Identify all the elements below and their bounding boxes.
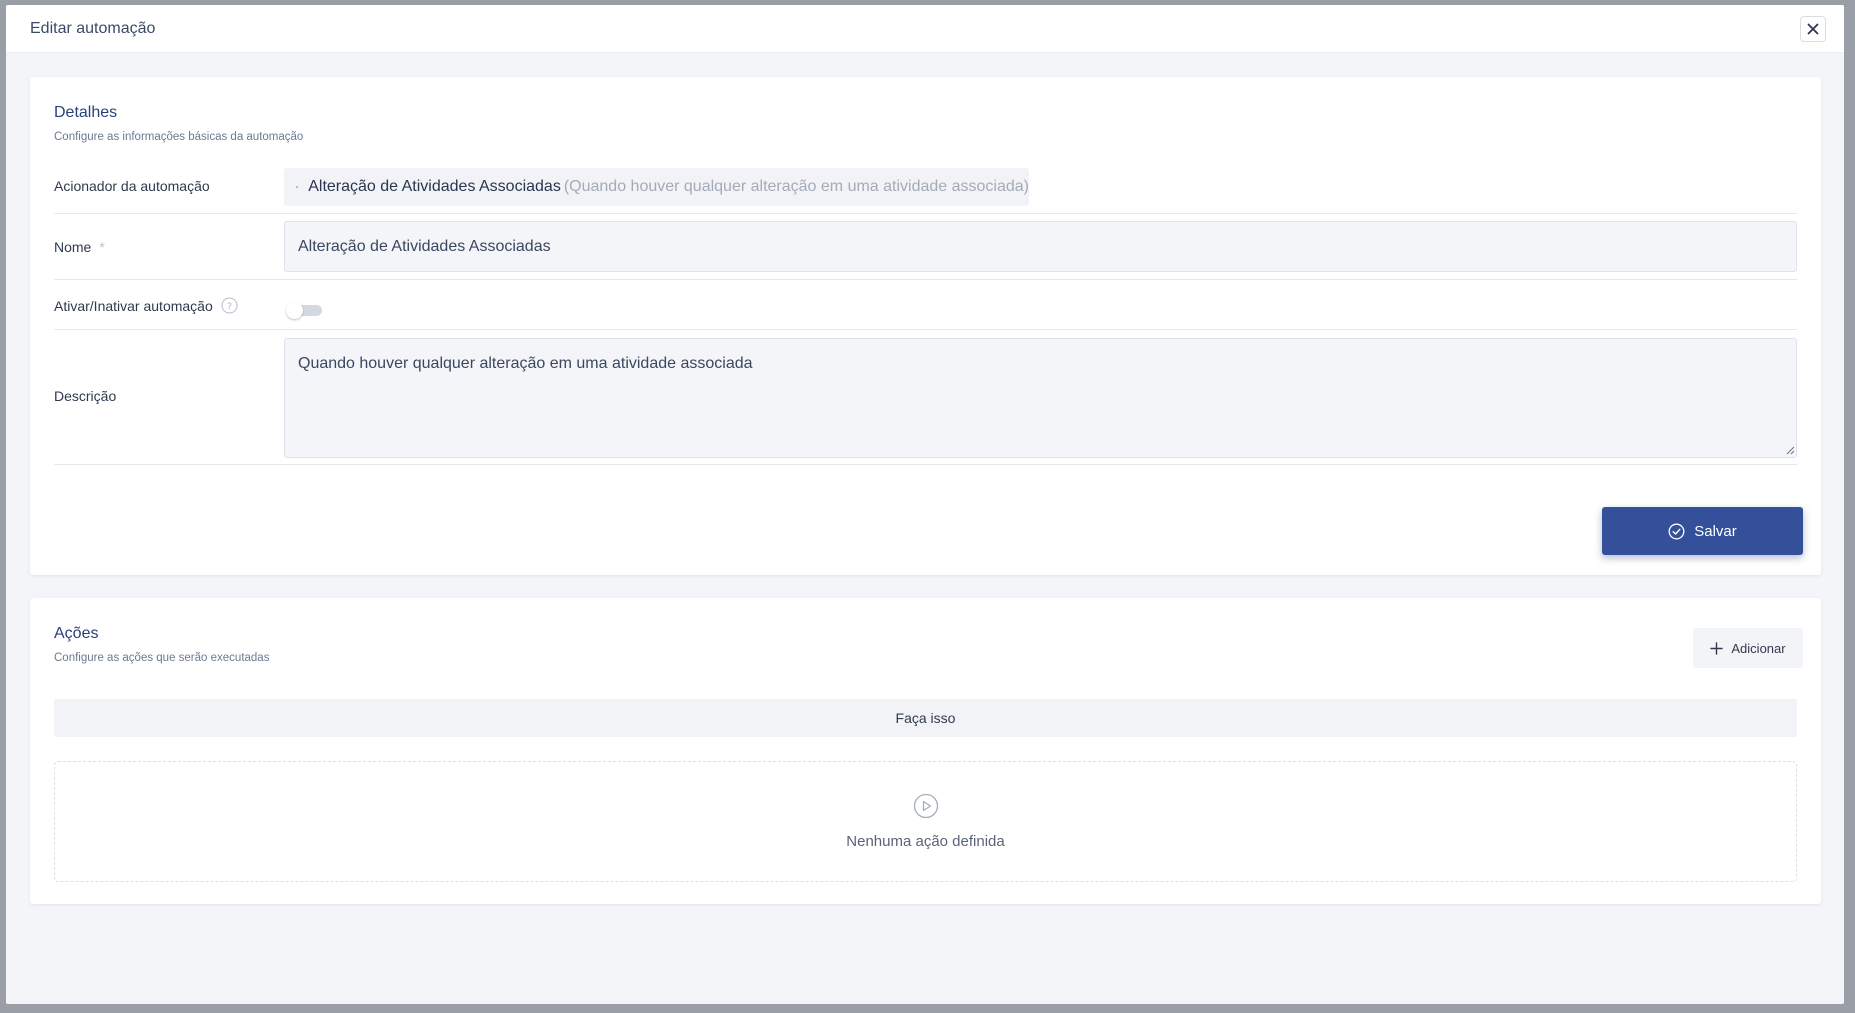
help-icon[interactable]: ?: [221, 297, 238, 314]
modal-header: Editar automação: [6, 5, 1844, 53]
description-label: Descrição: [54, 388, 117, 404]
trigger-row: Acionador da automação Alteração de Ativ…: [54, 159, 1797, 214]
modal-title: Editar automação: [30, 19, 156, 37]
do-this-header: Faça isso: [54, 699, 1797, 737]
play-circle-icon: [913, 793, 938, 819]
add-action-label: Adicionar: [1731, 640, 1786, 656]
add-action-button[interactable]: Adicionar: [1693, 628, 1803, 668]
edit-automation-modal: Editar automação Detalhes Configure as i…: [6, 5, 1844, 1004]
trigger-name: Alteração de Atividades Associadas: [308, 178, 561, 195]
plus-icon: [1710, 641, 1724, 655]
toggle-row: Ativar/Inativar automação ?: [54, 280, 1797, 330]
name-row: Nome * Alteração de Atividades Associada…: [54, 214, 1797, 280]
actions-title: Ações: [54, 625, 99, 642]
details-title: Detalhes: [54, 104, 118, 121]
trigger-label: Acionador da automação: [54, 178, 210, 194]
required-mark: *: [99, 239, 105, 255]
close-button[interactable]: [1800, 15, 1826, 42]
name-label: Nome: [54, 239, 92, 255]
details-card: Detalhes Configure as informações básica…: [30, 77, 1821, 575]
svg-text:?: ?: [227, 301, 232, 312]
name-input[interactable]: Alteração de Atividades Associadas: [284, 221, 1797, 272]
toggle-knob: [286, 302, 303, 319]
name-label-group: Nome *: [54, 239, 105, 255]
actions-subtitle: Configure as ações que serão executadas: [54, 652, 270, 664]
resize-handle-icon[interactable]: [1786, 446, 1795, 455]
toggle-label: Ativar/Inativar automação: [54, 297, 213, 314]
save-button[interactable]: Salvar: [1602, 507, 1803, 555]
description-row: Descrição Quando houver qualquer alteraç…: [54, 330, 1797, 465]
details-subtitle: Configure as informações básicas da auto…: [54, 131, 304, 143]
activate-toggle[interactable]: [286, 302, 324, 319]
empty-actions-text: Nenhuma ação definida: [846, 833, 1005, 850]
trigger-description: (Quando houver qualquer alteração em uma…: [563, 178, 1029, 195]
actions-card: Ações Configure as ações que serão execu…: [30, 598, 1821, 904]
save-button-label: Salvar: [1694, 522, 1737, 540]
check-circle-icon: [1668, 523, 1685, 539]
toggle-label-group: Ativar/Inativar automação ?: [54, 297, 238, 314]
empty-actions-box: Nenhuma ação definida: [54, 761, 1797, 882]
trigger-chip[interactable]: Alteração de Atividades Associadas (Quan…: [284, 168, 1029, 206]
edit-icon: [296, 186, 299, 188]
description-textarea[interactable]: Quando houver qualquer alteração em uma …: [284, 338, 1797, 458]
close-icon: [1807, 23, 1819, 34]
